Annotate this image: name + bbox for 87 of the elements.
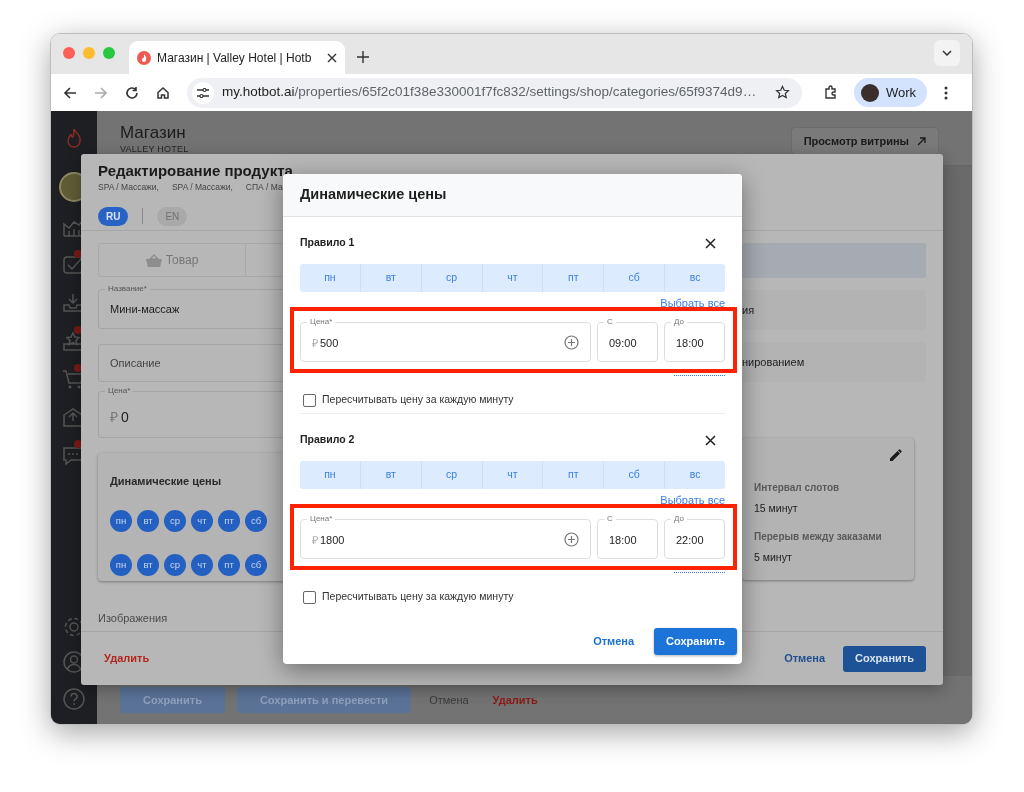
day-chip[interactable]: ср (164, 554, 186, 576)
language-tab[interactable]: RU (98, 206, 129, 226)
day-chip[interactable]: вт (137, 554, 159, 576)
breadcrumb[interactable]: SPA / Массажи, (171, 181, 233, 194)
add-icon[interactable] (564, 334, 579, 350)
day-chip[interactable]: пн (110, 510, 132, 532)
day-toggle[interactable]: сб (603, 461, 665, 489)
checkbox[interactable] (303, 590, 316, 604)
day-toggle[interactable]: пн (300, 461, 360, 489)
home-icon[interactable] (156, 85, 170, 100)
page-subtitle: VALLEY HOTEL (120, 143, 189, 155)
day-chip[interactable]: пт (218, 554, 240, 576)
day-toggle[interactable]: ср (420, 461, 482, 489)
basket-icon (145, 253, 162, 267)
day-chip[interactable]: чт (191, 554, 213, 576)
checkbox-icon[interactable] (62, 254, 84, 276)
day-chip[interactable]: ср (164, 510, 186, 532)
day-toggle[interactable]: вс (664, 264, 725, 292)
back-icon[interactable] (63, 85, 77, 100)
day-chip[interactable]: сб (245, 554, 267, 576)
day-toggle[interactable]: вт (359, 461, 421, 489)
input-field[interactable]: нированием (742, 342, 926, 382)
breadcrumb[interactable]: SPA / Массажи, (98, 181, 159, 194)
day-chip[interactable]: вт (137, 510, 159, 532)
checkbox-label: Пересчитывать цену за каждую минуту (322, 589, 514, 605)
close-icon[interactable] (705, 237, 716, 249)
external-link-icon (917, 136, 926, 146)
save-button[interactable]: Сохранить (843, 645, 926, 672)
modal-title: Редактирование продукта (98, 162, 294, 180)
site-settings-icon[interactable] (192, 81, 214, 104)
day-toggle[interactable]: пт (542, 264, 604, 292)
day-toggle[interactable]: пн (300, 264, 360, 292)
card-title: Динамические цены (110, 474, 222, 489)
checkbox-label: Пересчитывать цену за каждую минуту (322, 392, 514, 408)
chevron-down-icon (942, 50, 952, 56)
day-toggle[interactable]: сб (603, 264, 665, 292)
day-toggle[interactable]: вт (359, 264, 421, 292)
address-bar[interactable]: my.hotbot.ai/properties/65f2c01f38e330001f7fc832/settings/shop/categories/65f9374d9… (187, 77, 802, 108)
tab-title: Магазин | Valley Hotel | Hotb (157, 49, 312, 67)
inbox-icon[interactable] (62, 292, 84, 314)
url-text: my.hotbot.ai/properties/65f2c01f38e330001f7fc832/settings/shop/categories/65f9374d9… (222, 83, 758, 102)
close-icon[interactable] (705, 434, 716, 446)
dialog-title: Динамические цены (300, 185, 447, 205)
close-icon[interactable] (327, 52, 337, 63)
storefront-button[interactable]: Просмотр витрины (790, 127, 939, 155)
new-tab-icon[interactable] (357, 51, 369, 63)
field-value: 5 минут (754, 550, 793, 564)
breadcrumb[interactable]: СПА / Ма (245, 181, 283, 194)
page-title: Магазин (120, 123, 187, 143)
input-field[interactable]: ия (742, 290, 926, 330)
rule-title: Правило 1 (300, 235, 355, 251)
field-label: Перерыв между заказами (754, 530, 883, 544)
bookmark-star-icon[interactable] (775, 85, 790, 100)
pencil-icon[interactable] (890, 449, 902, 461)
cancel-button[interactable]: Отмена (784, 650, 826, 667)
day-chip[interactable]: сб (245, 510, 267, 532)
field-label: Интервал слотов (754, 481, 841, 495)
avatar-icon (861, 83, 879, 102)
day-toggle[interactable]: чт (481, 461, 543, 489)
upload-icon[interactable] (62, 406, 84, 428)
day-toggle[interactable]: вс (664, 461, 725, 489)
add-icon[interactable] (564, 531, 579, 547)
day-chip[interactable]: пт (218, 510, 240, 532)
delete-button[interactable]: Удалить (104, 650, 150, 667)
tab-list-button[interactable] (934, 40, 960, 66)
flame-icon (137, 50, 151, 65)
star-tray-icon[interactable] (62, 330, 84, 352)
menu-icon[interactable] (944, 85, 949, 100)
field-value: 15 минут (754, 501, 799, 515)
save-button[interactable]: Сохранить (654, 628, 737, 655)
day-toggle[interactable]: пт (542, 461, 604, 489)
day-chip[interactable]: пн (110, 554, 132, 576)
day-toggle[interactable]: ср (420, 264, 482, 292)
checkbox[interactable] (303, 393, 316, 407)
rule-title: Правило 2 (300, 432, 355, 448)
day-chip[interactable]: чт (191, 510, 213, 532)
profile-button[interactable]: Work (854, 78, 928, 107)
extensions-icon[interactable] (823, 84, 839, 101)
browser-tab[interactable]: Магазин | Valley Hotel | Hotb (129, 41, 345, 74)
chat-icon[interactable] (62, 444, 84, 466)
cancel-button[interactable]: Отмена (593, 633, 635, 650)
reload-icon[interactable] (125, 85, 139, 100)
select-all-link[interactable]: Выбрать все (660, 295, 725, 311)
section-label: Изображения (98, 611, 169, 626)
select-all-link[interactable]: Выбрать все (660, 492, 725, 508)
cancel-button[interactable]: Отмена (423, 687, 475, 713)
day-toggle[interactable]: чт (481, 264, 543, 292)
